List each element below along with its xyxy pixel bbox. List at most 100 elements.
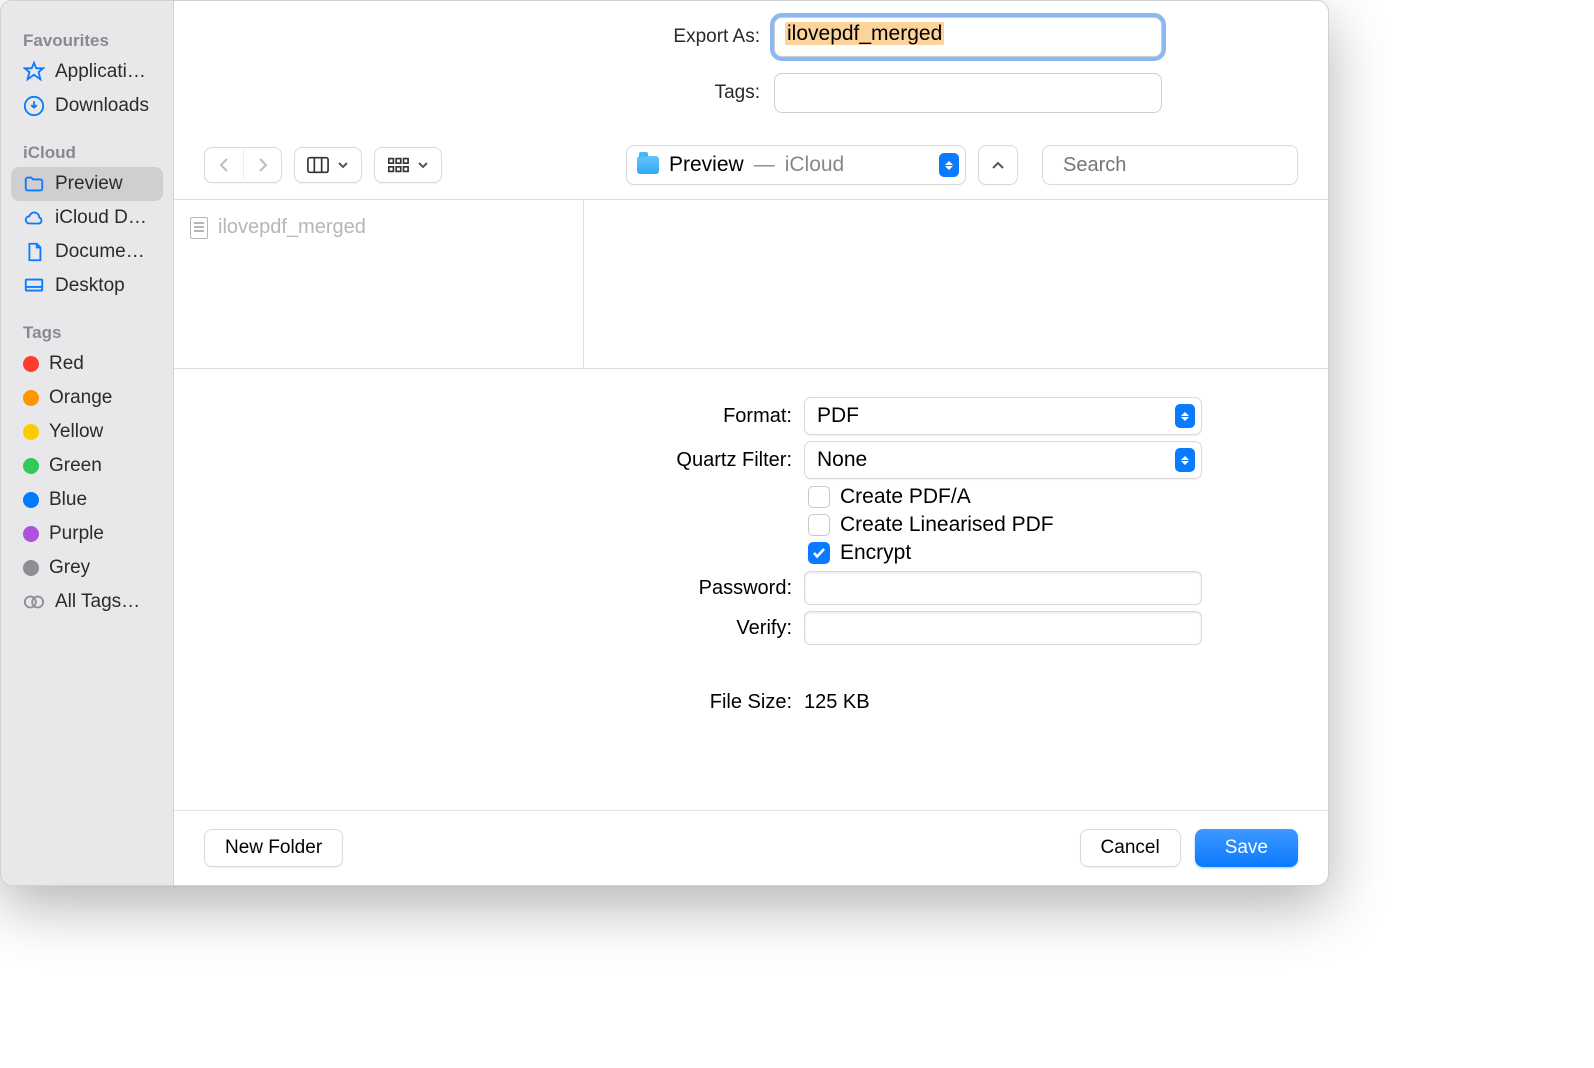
checkbox-label: Create PDF/A xyxy=(840,485,971,509)
sidebar-item-label: Applicati… xyxy=(55,61,146,83)
tag-dot-icon xyxy=(23,424,39,440)
sidebar-section-icloud: iCloud xyxy=(11,137,163,167)
checkbox-label: Encrypt xyxy=(840,541,911,565)
search-field[interactable] xyxy=(1042,145,1298,185)
sidebar-item-label: Red xyxy=(49,353,84,375)
updown-icon xyxy=(1175,448,1195,472)
location-sep: — xyxy=(754,153,775,177)
view-grid-button[interactable] xyxy=(374,147,442,183)
sidebar-item-icloud-drive[interactable]: iCloud Dri… xyxy=(11,201,163,235)
sidebar-item-label: Blue xyxy=(49,489,87,511)
file-browser: ilovepdf_merged xyxy=(174,200,1328,368)
sidebar-tag-yellow[interactable]: Yellow xyxy=(11,415,163,449)
button-label: Cancel xyxy=(1101,837,1160,859)
sidebar-item-label: Grey xyxy=(49,557,90,579)
sidebar-section-favourites: Favourites xyxy=(11,25,163,55)
tag-dot-icon xyxy=(23,492,39,508)
checkbox-label: Create Linearised PDF xyxy=(840,513,1054,537)
file-size-value: 125 KB xyxy=(804,691,870,714)
sidebar-tag-green[interactable]: Green xyxy=(11,449,163,483)
sidebar-item-label: Orange xyxy=(49,387,112,409)
checkbox-icon xyxy=(808,542,830,564)
tags-field[interactable] xyxy=(774,73,1162,113)
sidebar-item-label: Downloads xyxy=(55,95,149,117)
sidebar-item-label: All Tags… xyxy=(55,591,140,613)
sidebar-item-desktop[interactable]: Desktop xyxy=(11,269,163,303)
folder-icon xyxy=(23,173,45,195)
create-linearised-checkbox[interactable]: Create Linearised PDF xyxy=(808,513,1288,537)
sidebar-item-label: Green xyxy=(49,455,102,477)
dialog-footer: New Folder Cancel Save xyxy=(174,810,1328,885)
sidebar-item-label: Purple xyxy=(49,523,104,545)
checkbox-icon xyxy=(808,486,830,508)
verify-field[interactable] xyxy=(804,611,1202,645)
tag-dot-icon xyxy=(23,356,39,372)
sidebar-tag-red[interactable]: Red xyxy=(11,347,163,381)
quartz-filter-select[interactable]: None xyxy=(804,441,1202,479)
applications-icon xyxy=(23,61,45,83)
password-field[interactable] xyxy=(804,571,1202,605)
file-preview-column xyxy=(584,200,1328,368)
encrypt-checkbox[interactable]: Encrypt xyxy=(808,541,1288,565)
tag-dot-icon xyxy=(23,390,39,406)
export-as-field[interactable]: ilovepdf_merged xyxy=(774,17,1162,57)
format-value: PDF xyxy=(817,404,859,428)
sidebar-item-label: Desktop xyxy=(55,275,125,297)
search-input[interactable] xyxy=(1063,154,1328,177)
cloud-icon xyxy=(23,207,45,229)
sidebar-tag-purple[interactable]: Purple xyxy=(11,517,163,551)
format-select[interactable]: PDF xyxy=(804,397,1202,435)
nav-forward-button[interactable] xyxy=(243,147,281,183)
quartz-filter-value: None xyxy=(817,448,867,472)
view-columns-button[interactable] xyxy=(294,147,362,183)
collapse-sheet-button[interactable] xyxy=(978,145,1018,185)
downloads-icon xyxy=(23,95,45,117)
create-pdfa-checkbox[interactable]: Create PDF/A xyxy=(808,485,1288,509)
file-size-label: File Size: xyxy=(214,691,792,714)
checkbox-icon xyxy=(808,514,830,536)
sidebar-item-downloads[interactable]: Downloads xyxy=(11,89,163,123)
nav-back-button[interactable] xyxy=(205,147,243,183)
folder-icon xyxy=(637,156,659,174)
new-folder-button[interactable]: New Folder xyxy=(204,829,343,867)
verify-label: Verify: xyxy=(214,617,792,640)
sidebar-item-documents[interactable]: Documents xyxy=(11,235,163,269)
updown-icon xyxy=(1175,404,1195,428)
location-sub: iCloud xyxy=(785,153,845,177)
export-as-value: ilovepdf_merged xyxy=(785,22,944,45)
sidebar-item-preview[interactable]: Preview xyxy=(11,167,163,201)
file-name: ilovepdf_merged xyxy=(218,216,366,239)
format-label: Format: xyxy=(214,405,792,428)
document-icon xyxy=(190,217,208,239)
all-tags-icon xyxy=(23,591,45,613)
chevron-down-icon xyxy=(417,160,429,170)
export-options: Format: PDF Quartz Filter: None Create P… xyxy=(174,369,1328,810)
sidebar-tag-orange[interactable]: Orange xyxy=(11,381,163,415)
file-row[interactable]: ilovepdf_merged xyxy=(182,212,575,243)
document-icon xyxy=(23,241,45,263)
quartz-filter-label: Quartz Filter: xyxy=(214,449,792,472)
password-label: Password: xyxy=(214,577,792,600)
save-button[interactable]: Save xyxy=(1195,829,1298,867)
file-column[interactable]: ilovepdf_merged xyxy=(174,200,584,368)
chevron-down-icon xyxy=(337,160,349,170)
updown-icon xyxy=(939,153,959,177)
location-folder: Preview xyxy=(669,153,744,177)
tags-label: Tags: xyxy=(204,82,760,104)
export-as-label: Export As: xyxy=(204,26,760,48)
sidebar-item-label: Preview xyxy=(55,173,123,195)
cancel-button[interactable]: Cancel xyxy=(1080,829,1181,867)
sidebar-section-tags: Tags xyxy=(11,317,163,347)
sidebar-tag-blue[interactable]: Blue xyxy=(11,483,163,517)
sidebar-tag-all[interactable]: All Tags… xyxy=(11,585,163,619)
sidebar-item-applications[interactable]: Applicati… xyxy=(11,55,163,89)
sidebar-item-label: iCloud Dri… xyxy=(55,207,151,229)
sidebar-item-label: Yellow xyxy=(49,421,103,443)
tag-dot-icon xyxy=(23,458,39,474)
sidebar-tag-grey[interactable]: Grey xyxy=(11,551,163,585)
location-popup[interactable]: Preview — iCloud xyxy=(626,145,966,185)
toolbar: Preview — iCloud xyxy=(174,137,1328,199)
button-label: New Folder xyxy=(225,837,322,859)
tag-dot-icon xyxy=(23,526,39,542)
main-panel: Export As: ilovepdf_merged Tags: xyxy=(174,1,1328,885)
